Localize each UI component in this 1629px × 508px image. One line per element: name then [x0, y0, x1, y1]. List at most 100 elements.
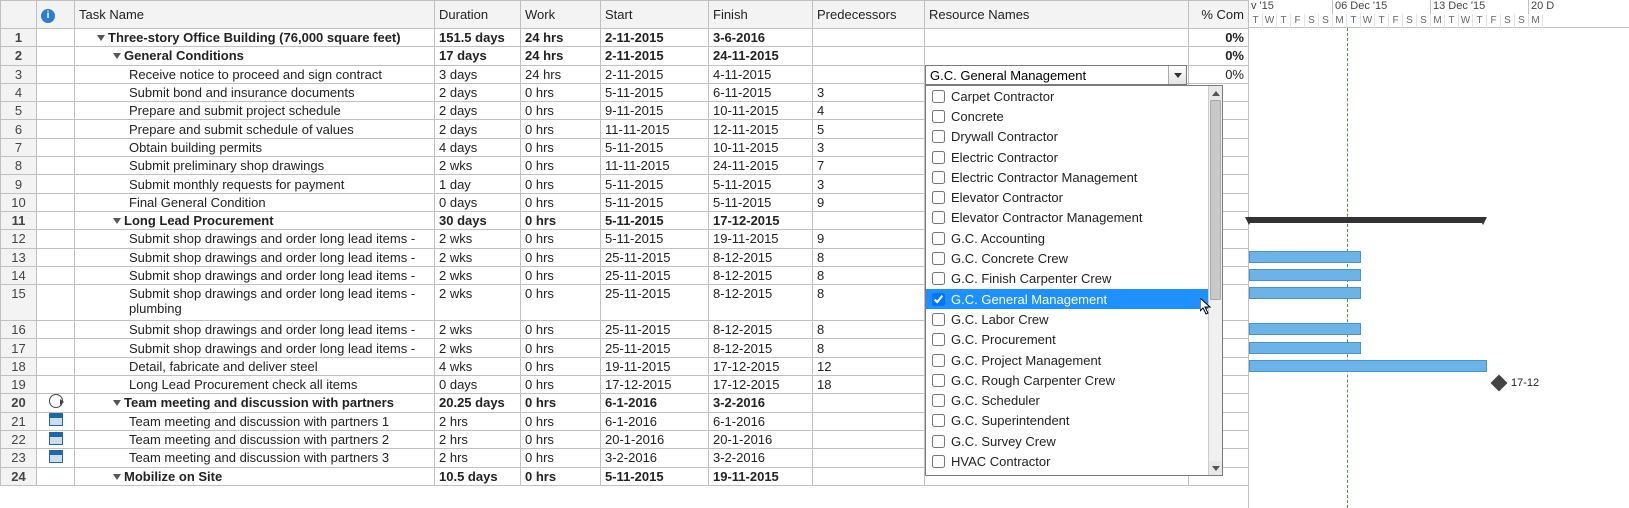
- work-cell[interactable]: 0 hrs: [521, 412, 601, 430]
- work-cell[interactable]: 24 hrs: [521, 65, 601, 83]
- duration-cell[interactable]: 1 day: [435, 175, 521, 193]
- start-cell[interactable]: 2-11-2015: [601, 65, 709, 83]
- gantt-body[interactable]: 17-12: [1249, 28, 1629, 508]
- gantt-milestone[interactable]: [1491, 375, 1508, 392]
- dropdown-checkbox[interactable]: [932, 333, 945, 346]
- finish-cell[interactable]: 19-11-2015: [709, 467, 813, 485]
- start-cell[interactable]: 25-11-2015: [601, 339, 709, 357]
- start-cell[interactable]: 19-11-2015: [601, 357, 709, 375]
- resource-combo[interactable]: [925, 65, 1187, 85]
- finish-cell[interactable]: 24-11-2015: [709, 47, 813, 65]
- work-cell[interactable]: 0 hrs: [521, 157, 601, 175]
- start-cell[interactable]: 5-11-2015: [601, 230, 709, 248]
- predecessors-cell[interactable]: 3: [813, 138, 925, 156]
- gantt-row[interactable]: [1249, 284, 1629, 302]
- dropdown-checkbox[interactable]: [932, 191, 945, 204]
- gantt-summary-bar[interactable]: [1249, 217, 1483, 223]
- gantt-task-bar[interactable]: [1249, 342, 1361, 354]
- work-cell[interactable]: 0 hrs: [521, 266, 601, 284]
- dropdown-item[interactable]: G.C. Project Management: [926, 350, 1208, 370]
- task-name-cell[interactable]: Submit bond and insurance documents: [75, 83, 435, 101]
- gantt-task-bar[interactable]: [1249, 323, 1361, 335]
- dropdown-checkbox[interactable]: [932, 90, 945, 103]
- dropdown-item[interactable]: G.C. General Management: [926, 289, 1208, 309]
- start-cell[interactable]: 11-11-2015: [601, 120, 709, 138]
- gantt-task-bar[interactable]: [1249, 269, 1361, 281]
- scroll-down-icon[interactable]: [1209, 461, 1222, 475]
- task-name-cell[interactable]: Submit preliminary shop drawings: [75, 157, 435, 175]
- gantt-row[interactable]: [1249, 357, 1629, 375]
- work-cell[interactable]: 0 hrs: [521, 83, 601, 101]
- collapse-icon[interactable]: [113, 53, 121, 59]
- dropdown-item[interactable]: G.C. Finish Carpenter Crew: [926, 269, 1208, 289]
- predecessors-cell[interactable]: 9: [813, 193, 925, 211]
- finish-cell[interactable]: 8-12-2015: [709, 285, 813, 321]
- gantt-row[interactable]: 17-12: [1249, 375, 1629, 393]
- start-cell[interactable]: 20-1-2016: [601, 430, 709, 448]
- work-cell[interactable]: 0 hrs: [521, 211, 601, 229]
- predecessors-cell[interactable]: 8: [813, 321, 925, 339]
- duration-cell[interactable]: 4 days: [435, 138, 521, 156]
- resource-cell[interactable]: [925, 29, 1189, 47]
- finish-cell[interactable]: 8-12-2015: [709, 248, 813, 266]
- header-info[interactable]: i: [37, 1, 75, 29]
- header-duration[interactable]: Duration: [435, 1, 521, 29]
- duration-cell[interactable]: 2 days: [435, 83, 521, 101]
- gantt-task-bar[interactable]: [1249, 360, 1487, 372]
- duration-cell[interactable]: 2 wks: [435, 321, 521, 339]
- finish-cell[interactable]: 8-12-2015: [709, 266, 813, 284]
- start-cell[interactable]: 6-1-2016: [601, 394, 709, 412]
- dropdown-checkbox[interactable]: [932, 354, 945, 367]
- task-name-cell[interactable]: Submit shop drawings and order long lead…: [75, 285, 435, 321]
- pct-cell[interactable]: 0%: [1189, 47, 1249, 65]
- dropdown-item[interactable]: G.C. Superintendent: [926, 411, 1208, 431]
- predecessors-cell[interactable]: 8: [813, 266, 925, 284]
- start-cell[interactable]: 5-11-2015: [601, 83, 709, 101]
- task-name-cell[interactable]: Submit shop drawings and order long lead…: [75, 266, 435, 284]
- finish-cell[interactable]: 8-12-2015: [709, 321, 813, 339]
- task-name-cell[interactable]: Detail, fabricate and deliver steel: [75, 357, 435, 375]
- predecessors-cell[interactable]: 3: [813, 175, 925, 193]
- header-pct[interactable]: % Com: [1189, 1, 1249, 29]
- work-cell[interactable]: 0 hrs: [521, 357, 601, 375]
- duration-cell[interactable]: 10.5 days: [435, 467, 521, 485]
- task-name-cell[interactable]: Submit shop drawings and order long lead…: [75, 248, 435, 266]
- task-name-cell[interactable]: Prepare and submit schedule of values: [75, 120, 435, 138]
- task-name-cell[interactable]: Receive notice to proceed and sign contr…: [75, 65, 435, 83]
- finish-cell[interactable]: 12-11-2015: [709, 120, 813, 138]
- scroll-thumb[interactable]: [1210, 100, 1221, 300]
- resource-dropdown[interactable]: Carpet ContractorConcreteDrywall Contrac…: [925, 85, 1223, 476]
- dropdown-item[interactable]: G.C. Survey Crew: [926, 431, 1208, 451]
- header-row[interactable]: i Task Name Duration Work Start Finish P…: [1, 1, 1249, 29]
- finish-cell[interactable]: 24-11-2015: [709, 157, 813, 175]
- finish-cell[interactable]: 20-1-2016: [709, 430, 813, 448]
- collapse-icon[interactable]: [113, 218, 121, 224]
- predecessors-cell[interactable]: [813, 412, 925, 430]
- work-cell[interactable]: 0 hrs: [521, 230, 601, 248]
- work-cell[interactable]: 0 hrs: [521, 102, 601, 120]
- predecessors-cell[interactable]: 8: [813, 285, 925, 321]
- work-cell[interactable]: 0 hrs: [521, 467, 601, 485]
- duration-cell[interactable]: 2 wks: [435, 285, 521, 321]
- duration-cell[interactable]: 17 days: [435, 47, 521, 65]
- predecessors-cell[interactable]: [813, 211, 925, 229]
- start-cell[interactable]: 17-12-2015: [601, 376, 709, 394]
- work-cell[interactable]: 0 hrs: [521, 394, 601, 412]
- finish-cell[interactable]: 17-12-2015: [709, 376, 813, 394]
- task-name-cell[interactable]: Team meeting and discussion with partner…: [75, 394, 435, 412]
- task-name-cell[interactable]: Submit shop drawings and order long lead…: [75, 230, 435, 248]
- duration-cell[interactable]: 2 wks: [435, 248, 521, 266]
- finish-cell[interactable]: 8-12-2015: [709, 339, 813, 357]
- predecessors-cell[interactable]: [813, 29, 925, 47]
- finish-cell[interactable]: 4-11-2015: [709, 65, 813, 83]
- duration-cell[interactable]: 30 days: [435, 211, 521, 229]
- resource-combo-input[interactable]: [926, 68, 1168, 83]
- header-rownum[interactable]: [1, 1, 37, 29]
- dropdown-item[interactable]: G.C. Procurement: [926, 330, 1208, 350]
- start-cell[interactable]: 2-11-2015: [601, 29, 709, 47]
- header-work[interactable]: Work: [521, 1, 601, 29]
- predecessors-cell[interactable]: [813, 449, 925, 467]
- pct-cell[interactable]: 0%: [1189, 29, 1249, 47]
- resource-cell[interactable]: [925, 47, 1189, 65]
- dropdown-checkbox[interactable]: [932, 171, 945, 184]
